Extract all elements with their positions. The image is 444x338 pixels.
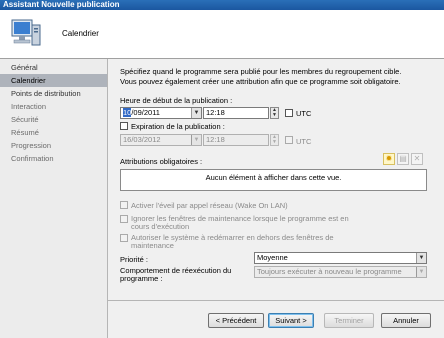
sidebar-item-confirmation[interactable]: Confirmation [0,152,107,165]
page-title: Calendrier [62,29,99,38]
start-time-field[interactable]: 12:18 [203,107,269,119]
properties-icon[interactable]: ▤ [397,153,409,165]
next-button[interactable]: Suivant > [268,313,314,328]
priority-label: Priorité : [120,255,148,264]
window-title-bar[interactable]: Assistant Nouvelle publication [0,0,444,10]
assignments-label: Attributions obligatoires : [120,157,203,166]
previous-button[interactable]: < Précédent [208,313,264,328]
chevron-down-icon[interactable]: ▼ [416,253,426,263]
sidebar-item-summary[interactable]: Résumé [0,126,107,139]
window-title: Assistant Nouvelle publication [3,0,120,9]
wizard-header: Calendrier [0,10,444,59]
rerun-label-2: programme : [120,274,163,283]
sidebar-item-progress[interactable]: Progression [0,139,107,152]
sidebar-item-interaction[interactable]: Interaction [0,100,107,113]
expiration-time-field[interactable]: 12:18 [203,134,269,146]
finish-button[interactable]: Terminer [324,313,374,328]
start-date-rest: /09/2011 [131,108,160,117]
sidebar-item-schedule[interactable]: Calendrier [0,74,107,87]
allow-restart-checkbox[interactable] [120,234,128,242]
cancel-button[interactable]: Annuler [381,313,431,328]
sidebar-item-distribution-points[interactable]: Points de distribution [0,87,107,100]
start-time-spinner[interactable]: ▲ ▼ [270,107,279,119]
wizard-sidebar: Général Calendrier Points de distributio… [0,59,108,338]
delete-icon[interactable]: ✕ [411,153,423,165]
start-time-label: Heure de début de la publication : [120,96,233,105]
wake-on-lan-label: Activer l'éveil par appel réseau (Wake O… [131,201,288,210]
sidebar-item-security[interactable]: Sécurité [0,113,107,126]
sidebar-item-general[interactable]: Général [0,61,107,74]
spin-down-icon[interactable]: ▼ [271,113,278,118]
ignore-maintenance-checkbox[interactable] [120,215,128,223]
assignments-empty-text: Aucun élément à afficher dans cette vue. [205,173,342,182]
rerun-select[interactable]: Toujours exécuter à nouveau le programme… [254,266,427,278]
new-assignment-icon[interactable]: ✹ [383,153,395,165]
assignments-list[interactable]: Aucun élément à afficher dans cette vue. [120,169,427,191]
expiration-date-picker[interactable]: 16/03/2012 ▼ [120,134,202,146]
expiration-time-spinner[interactable]: ▲ ▼ [270,134,279,146]
page-description: Spécifiez quand le programme sera publié… [120,67,402,86]
rerun-value: Toujours exécuter à nouveau le programme [257,267,402,276]
computer-icon [11,19,41,46]
chevron-down-icon[interactable]: ▼ [191,135,201,145]
expiration-date: 16/03/2012 [123,135,161,144]
ignore-maintenance-label-2: cours d'exécution [131,222,190,231]
wizard-content: Spécifiez quand le programme sera publié… [108,59,444,338]
allow-restart-label-2: maintenance [131,241,174,250]
expiration-checkbox[interactable] [120,122,128,130]
priority-value: Moyenne [257,253,288,262]
spin-down-icon[interactable]: ▼ [271,140,278,145]
chevron-down-icon[interactable]: ▼ [191,108,201,118]
start-date-picker[interactable]: 10/09/2011 ▼ [120,107,202,119]
start-utc-label: UTC [296,109,312,118]
chevron-down-icon[interactable]: ▼ [416,267,426,277]
footer-divider [108,300,444,301]
expiration-label: Expiration de la publication : [131,122,225,131]
expiration-utc-label: UTC [296,137,312,146]
start-utc-checkbox[interactable] [285,109,293,117]
expiration-utc-checkbox[interactable] [285,136,293,144]
wake-on-lan-checkbox[interactable] [120,201,128,209]
priority-select[interactable]: Moyenne ▼ [254,252,427,264]
